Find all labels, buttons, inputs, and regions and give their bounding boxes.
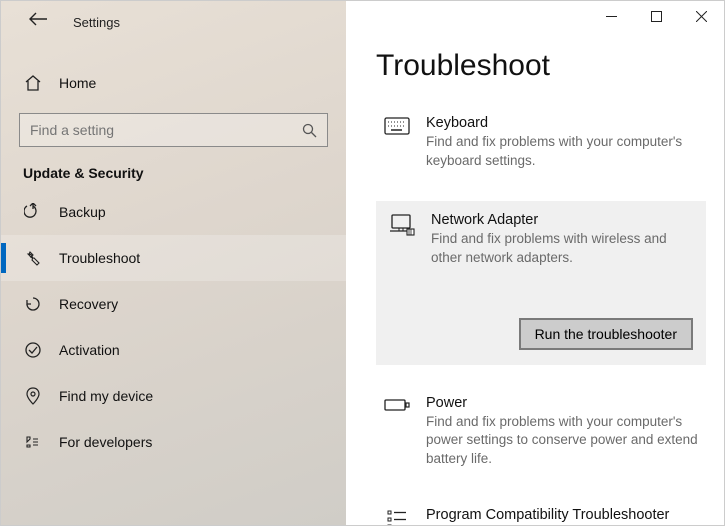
maximize-button[interactable]	[634, 1, 679, 31]
close-button[interactable]	[679, 1, 724, 31]
troubleshooter-title: Power	[426, 395, 698, 411]
find-my-device-icon	[23, 387, 43, 405]
app-title: Settings	[73, 15, 120, 30]
troubleshoot-icon	[23, 249, 43, 267]
page-title: Troubleshoot	[376, 49, 706, 83]
sidebar-item-label: Recovery	[59, 296, 118, 312]
sidebar-item-label: Backup	[59, 204, 106, 220]
settings-window: Settings Home Update & Security Backup	[0, 0, 725, 526]
sidebar-item-label: Activation	[59, 342, 120, 358]
sidebar-item-label: Troubleshoot	[59, 250, 140, 266]
sidebar-item-backup[interactable]: Backup	[1, 189, 346, 235]
sidebar-item-recovery[interactable]: Recovery	[1, 281, 346, 327]
for-developers-icon	[23, 433, 43, 451]
sidebar-item-label: For developers	[59, 434, 152, 450]
troubleshooter-list: Keyboard Find and fix problems with your…	[376, 107, 706, 525]
search-box[interactable]	[19, 113, 328, 147]
run-troubleshooter-button[interactable]: Run the troubleshooter	[519, 318, 693, 350]
back-icon[interactable]	[29, 12, 47, 26]
troubleshooter-network-adapter[interactable]: Network Adapter Find and fix problems wi…	[376, 201, 706, 365]
troubleshooter-desc: Find and fix problems with your computer…	[426, 133, 698, 171]
power-icon	[384, 395, 410, 470]
program-compatibility-icon	[384, 507, 410, 525]
sidebar-item-label: Find my device	[59, 388, 153, 404]
activation-icon	[23, 341, 43, 359]
sidebar-item-activation[interactable]: Activation	[1, 327, 346, 373]
troubleshooter-power[interactable]: Power Find and fix problems with your co…	[376, 387, 706, 478]
search-icon	[302, 123, 317, 138]
sidebar-item-home[interactable]: Home	[1, 61, 346, 105]
backup-icon	[23, 203, 43, 221]
troubleshooter-desc: Find and fix problems with wireless and …	[431, 230, 693, 268]
keyboard-icon	[384, 115, 410, 171]
troubleshooter-title: Program Compatibility Troubleshooter	[426, 507, 698, 523]
section-header: Update & Security	[1, 147, 346, 189]
network-adapter-icon	[389, 212, 415, 268]
sidebar-item-find-my-device[interactable]: Find my device	[1, 373, 346, 419]
sidebar-nav: Backup Troubleshoot Recovery Activation	[1, 189, 346, 465]
troubleshooter-title: Network Adapter	[431, 212, 693, 228]
home-label: Home	[59, 75, 96, 91]
titlebar-controls	[589, 1, 724, 31]
main-panel: Troubleshoot Keyboard Find and fix probl…	[346, 1, 724, 525]
recovery-icon	[23, 295, 43, 313]
troubleshooter-title: Keyboard	[426, 115, 698, 131]
minimize-button[interactable]	[589, 1, 634, 31]
sidebar-item-troubleshoot[interactable]: Troubleshoot	[1, 235, 346, 281]
home-icon	[23, 74, 43, 92]
sidebar: Settings Home Update & Security Backup	[1, 1, 346, 525]
sidebar-item-for-developers[interactable]: For developers	[1, 419, 346, 465]
troubleshooter-program-compatibility[interactable]: Program Compatibility Troubleshooter Fin…	[376, 499, 706, 525]
troubleshooter-desc: Find and fix problems with your computer…	[426, 413, 698, 470]
troubleshooter-keyboard[interactable]: Keyboard Find and fix problems with your…	[376, 107, 706, 179]
search-input[interactable]	[30, 122, 302, 138]
